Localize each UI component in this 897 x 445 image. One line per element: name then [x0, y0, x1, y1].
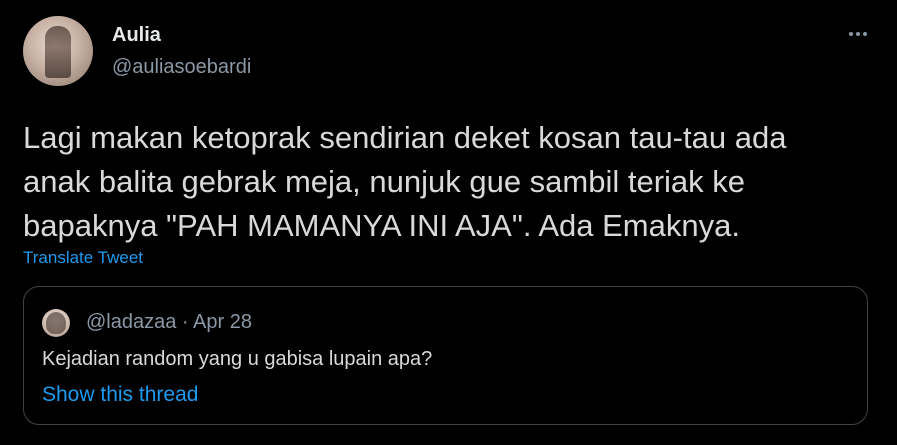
author-name[interactable]: Aulia: [112, 24, 161, 47]
quoted-tweet-meta[interactable]: @ladazaa · Apr 28: [86, 311, 252, 334]
tweet-text: Lagi makan ketoprak sendirian deket kosa…: [23, 120, 787, 243]
dot: [856, 32, 860, 36]
avatar-figure: [46, 312, 66, 334]
author-handle[interactable]: @auliasoebardi: [112, 56, 251, 79]
dot: [849, 32, 853, 36]
dot: [863, 32, 867, 36]
quoted-author-avatar[interactable]: [42, 309, 70, 337]
show-thread-link[interactable]: Show this thread: [42, 383, 198, 407]
translate-tweet-link[interactable]: Translate Tweet: [23, 248, 143, 268]
author-avatar[interactable]: [23, 16, 93, 86]
more-options-icon[interactable]: [843, 22, 873, 46]
quoted-tweet-text: Kejadian random yang u gabisa lupain apa…: [42, 348, 433, 370]
quoted-tweet-card[interactable]: @ladazaa · Apr 28 Kejadian random yang u…: [23, 286, 868, 425]
avatar-figure: [45, 26, 71, 78]
